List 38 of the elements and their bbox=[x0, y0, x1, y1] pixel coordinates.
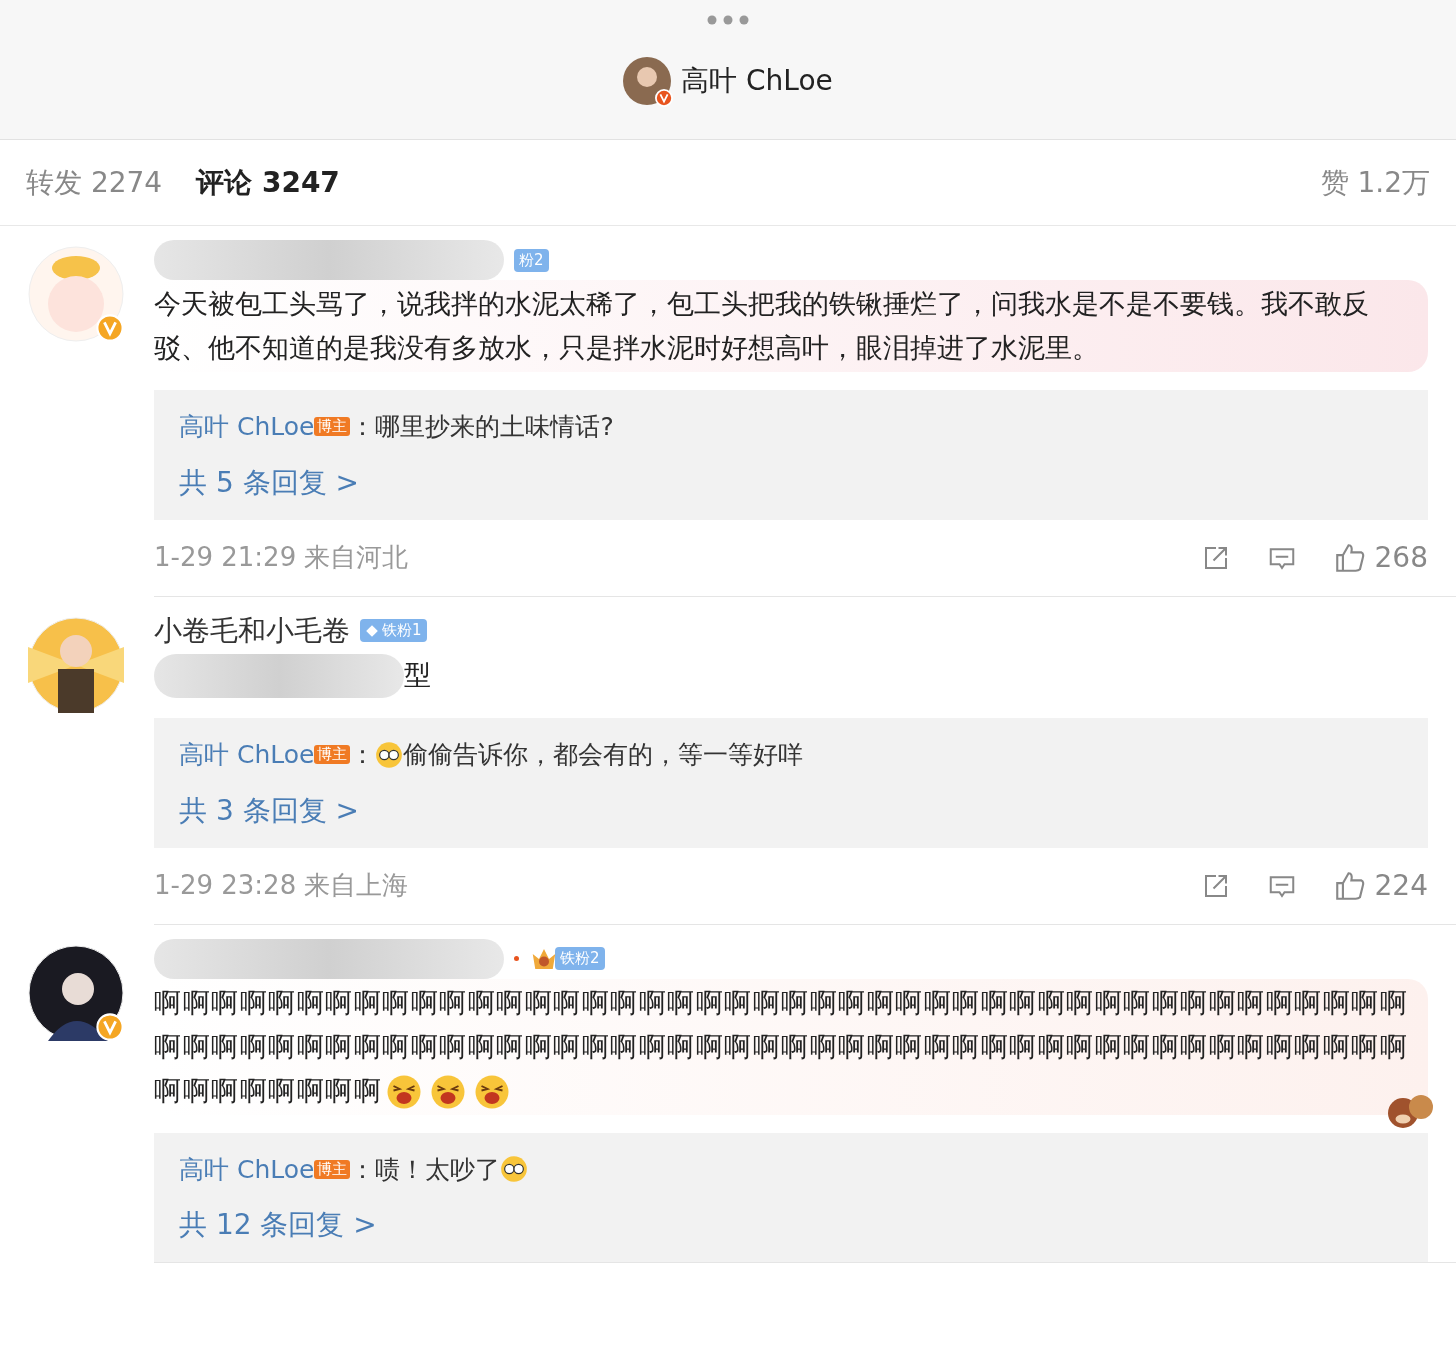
blogger-badge: 博主 bbox=[314, 417, 351, 437]
crying-laugh-emoji-icon bbox=[474, 1074, 510, 1110]
username[interactable]: 小卷毛和小毛卷 bbox=[154, 609, 350, 652]
comment-text: 型 bbox=[154, 652, 1408, 698]
more-replies-link[interactable]: 共 5 条回复 > bbox=[179, 461, 1403, 504]
glasses-emoji-icon bbox=[500, 1155, 529, 1184]
reply-text: ： bbox=[350, 739, 376, 771]
like-button[interactable]: 224 bbox=[1332, 864, 1428, 907]
comment-meta: 1-29 23:28 来自上海 bbox=[154, 869, 409, 902]
avatar[interactable] bbox=[28, 944, 124, 1041]
crying-laugh-emoji-icon bbox=[430, 1074, 466, 1110]
reply-author[interactable]: 高叶 ChLoe bbox=[179, 1150, 315, 1188]
like-button[interactable]: 268 bbox=[1332, 536, 1428, 579]
header-title: 高叶 ChLoe bbox=[681, 63, 833, 99]
more-icon[interactable] bbox=[707, 15, 749, 25]
likes-count[interactable]: 赞 1.2万 bbox=[1320, 161, 1430, 204]
reply-text: ：哪里抄来的土味情话? bbox=[350, 411, 614, 443]
diamond-icon bbox=[365, 623, 379, 638]
avatar[interactable] bbox=[28, 616, 124, 713]
fan-level-badge: 粉2 bbox=[514, 248, 549, 272]
reply-text: ：啧！太吵了 bbox=[350, 1153, 501, 1186]
more-replies-link[interactable]: 共 12 条回复 > bbox=[179, 1204, 1403, 1246]
blogger-badge: 博主 bbox=[314, 745, 351, 765]
reply-author[interactable]: 高叶 ChLoe bbox=[179, 408, 315, 446]
tab[interactable]: 转发 2274 bbox=[26, 161, 163, 204]
glasses-emoji-icon bbox=[375, 740, 404, 769]
more-replies-link[interactable]: 共 3 条回复 > bbox=[179, 789, 1403, 832]
crying-laugh-emoji-icon bbox=[386, 1074, 422, 1110]
blogger-badge: 博主 bbox=[314, 1159, 351, 1179]
reply-author[interactable]: 高叶 ChLoe bbox=[179, 736, 315, 774]
tab[interactable]: 评论 3247 bbox=[196, 161, 340, 204]
verified-badge-icon bbox=[655, 89, 674, 107]
fan-level-badge: 铁粉1 bbox=[360, 619, 427, 642]
reply-text: 偷偷告诉你，都会有的，等一等好咩 bbox=[403, 739, 804, 771]
comment-text: 今天被包工头骂了，说我拌的水泥太稀了，包工头把我的铁锹捶烂了，问我水是不是不要钱。我不敢反驳、他不知道的是我没有多放水，只是拌水泥时好想高叶，眼泪掉进了水泥里。 bbox=[154, 287, 1370, 365]
fan-level-badge: 铁粉2 bbox=[555, 947, 605, 970]
comment-meta: 1-29 21:29 来自河北 bbox=[154, 541, 409, 574]
comment-text: 啊啊啊啊啊啊啊啊啊啊啊啊啊啊啊啊啊啊啊啊啊啊啊啊啊啊啊啊啊啊啊啊啊啊啊啊啊啊啊啊啊啊啊啊啊啊啊啊啊啊啊啊啊啊啊啊啊啊啊啊啊啊啊啊啊啊啊啊啊啊啊啊啊啊啊啊啊啊啊啊啊啊啊啊啊啊啊啊啊啊啊啊啊啊啊啊 bbox=[154, 980, 1408, 1113]
